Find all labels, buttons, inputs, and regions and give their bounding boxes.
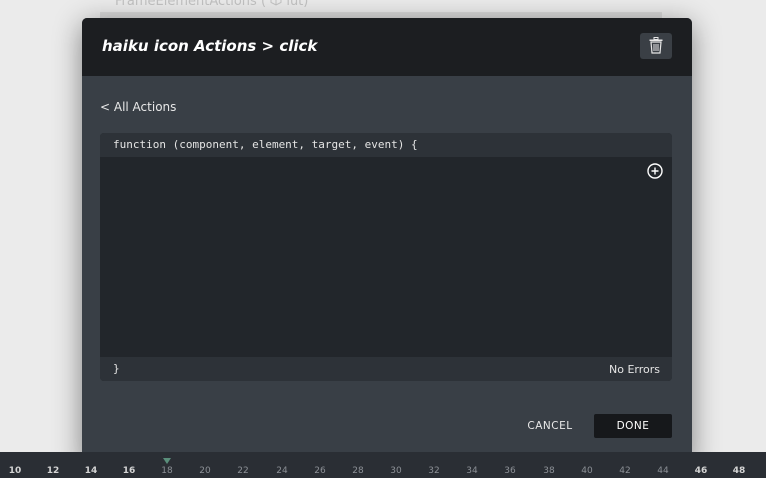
timeline-tick: 40 <box>581 466 593 476</box>
background-title-suffix: lut) <box>286 0 309 9</box>
timeline-tick: 18 <box>161 466 173 476</box>
editor-footer: } No Errors <box>100 357 672 381</box>
timeline-tick: 42 <box>619 466 631 476</box>
error-status: No Errors <box>609 363 660 376</box>
timeline-tick: 16 <box>122 466 136 476</box>
closing-brace: } <box>113 362 120 375</box>
timeline-tick: 44 <box>657 466 669 476</box>
timeline-tick: 30 <box>390 466 402 476</box>
background-title-text: FrameElementActions <box>115 0 257 9</box>
background-title-paren: ( <box>260 0 271 9</box>
timeline-tick: 48 <box>732 466 746 476</box>
done-button[interactable]: DONE <box>594 414 672 438</box>
cancel-button[interactable]: CANCEL <box>512 414 588 438</box>
timeline-tick: 12 <box>46 466 60 476</box>
plus-circle-icon <box>647 163 663 179</box>
playhead-icon[interactable] <box>163 458 171 464</box>
trash-icon <box>649 37 663 54</box>
background-panel-title: FrameElementActions ( lut) <box>115 0 308 9</box>
timeline-tick: 32 <box>428 466 440 476</box>
timeline-tick: 24 <box>276 466 288 476</box>
timeline-tick: 34 <box>466 466 478 476</box>
function-signature: function (component, element, target, ev… <box>113 138 418 151</box>
code-input-area[interactable] <box>100 157 672 357</box>
timeline-tick: 36 <box>504 466 516 476</box>
timeline-tick: 26 <box>314 466 326 476</box>
all-actions-link[interactable]: < All Actions <box>100 100 176 114</box>
code-editor: function (component, element, target, ev… <box>100 133 672 381</box>
timeline-tick: 10 <box>8 466 22 476</box>
timeline-ruler[interactable]: 10 12 14 16 18 20 22 24 26 28 30 32 34 3… <box>0 452 766 478</box>
timeline-tick: 38 <box>543 466 555 476</box>
add-snippet-button[interactable] <box>647 163 663 179</box>
delete-action-button[interactable] <box>640 33 672 59</box>
modal-header: haiku icon Actions > click <box>82 18 692 76</box>
timeline-tick: 28 <box>352 466 364 476</box>
editor-signature-bar: function (component, element, target, ev… <box>100 133 672 157</box>
timeline-tick: 46 <box>694 466 708 476</box>
timeline-tick: 14 <box>84 466 98 476</box>
cube-icon <box>270 0 286 9</box>
modal-title: haiku icon Actions > click <box>102 37 318 55</box>
timeline-tick: 20 <box>199 466 211 476</box>
actions-modal: haiku icon Actions > click < All Actions… <box>82 18 692 464</box>
timeline-tick: 22 <box>237 466 249 476</box>
